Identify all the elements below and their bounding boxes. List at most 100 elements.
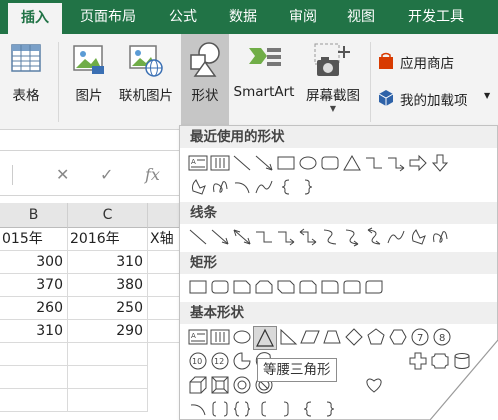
- curve-icon[interactable]: [254, 177, 274, 197]
- freeform-icon[interactable]: [188, 177, 208, 197]
- cancel-icon[interactable]: ✕: [56, 165, 69, 184]
- cube-icon[interactable]: [188, 375, 208, 395]
- left-bracket-icon[interactable]: [254, 399, 274, 419]
- enter-icon[interactable]: ✓: [100, 165, 113, 184]
- curve-icon[interactable]: [386, 227, 406, 247]
- heart-icon[interactable]: [364, 375, 384, 395]
- down-arrow-icon[interactable]: [430, 153, 450, 173]
- trapezoid-icon[interactable]: [322, 327, 342, 347]
- elbow-arrow-connector-icon[interactable]: [276, 227, 296, 247]
- my-addins-button[interactable]: 我的加载项 ▼: [378, 87, 498, 113]
- tab-page-layout[interactable]: 页面布局: [70, 0, 146, 34]
- right-arrow-icon[interactable]: [408, 153, 428, 173]
- tab-developer[interactable]: 开发工具: [396, 0, 476, 34]
- elbow-arrow-connector-icon[interactable]: [386, 153, 406, 173]
- rounded-rectangle-icon[interactable]: [320, 153, 340, 173]
- scribble-icon[interactable]: [430, 227, 450, 247]
- left-brace-icon[interactable]: [298, 399, 318, 419]
- elbow-double-arrow-connector-icon[interactable]: [298, 227, 318, 247]
- cell-c4[interactable]: 250: [68, 297, 148, 320]
- double-brace-icon[interactable]: [232, 399, 252, 419]
- round-single-corner-rectangle-icon[interactable]: [320, 277, 340, 297]
- elbow-connector-icon[interactable]: [364, 153, 384, 173]
- line-icon[interactable]: [232, 153, 252, 173]
- line-icon[interactable]: [188, 227, 208, 247]
- column-header-b[interactable]: B: [0, 203, 68, 228]
- screenshot-dropdown-icon[interactable]: ▼: [299, 104, 367, 113]
- parallelogram-icon[interactable]: [300, 327, 320, 347]
- arc-icon[interactable]: [232, 177, 252, 197]
- arrow-line-icon[interactable]: [254, 153, 274, 173]
- vertical-textbox-icon[interactable]: [210, 327, 230, 347]
- cell-b4[interactable]: 260: [0, 297, 68, 320]
- picture-button[interactable]: 图片: [66, 34, 112, 128]
- tab-formulas[interactable]: 公式: [156, 0, 210, 34]
- oval-icon[interactable]: [232, 327, 252, 347]
- round-same-side-rectangle-icon[interactable]: [342, 277, 362, 297]
- right-brace-icon[interactable]: [298, 177, 318, 197]
- bevel-icon[interactable]: [210, 375, 230, 395]
- oval-icon[interactable]: [298, 153, 318, 173]
- cell-c5[interactable]: 290: [68, 320, 148, 343]
- cell-c1[interactable]: 2016年: [68, 228, 148, 251]
- shapes-button[interactable]: 形状: [181, 34, 229, 128]
- curved-connector-icon[interactable]: [320, 227, 340, 247]
- cell-c2[interactable]: 310: [68, 251, 148, 274]
- cell-b3[interactable]: 370: [0, 274, 68, 297]
- cell-c3[interactable]: 380: [68, 274, 148, 297]
- snip-round-rectangle-icon[interactable]: [298, 277, 318, 297]
- tab-data[interactable]: 数据: [216, 0, 270, 34]
- snip-diagonal-rectangle-icon[interactable]: [276, 277, 296, 297]
- cell-b1[interactable]: 015年: [0, 228, 68, 251]
- cell-b2[interactable]: 300: [0, 251, 68, 274]
- rounded-rectangle-icon[interactable]: [210, 277, 230, 297]
- right-triangle-icon[interactable]: [278, 327, 298, 347]
- pentagon-icon[interactable]: [366, 327, 386, 347]
- donut-icon[interactable]: [232, 375, 252, 395]
- freeform-icon[interactable]: [408, 227, 428, 247]
- plus-icon[interactable]: [408, 351, 428, 371]
- double-arrow-line-icon[interactable]: [232, 227, 252, 247]
- dodecagon-icon[interactable]: 12: [210, 351, 230, 371]
- heptagon-icon[interactable]: 7: [410, 327, 430, 347]
- triangle-icon[interactable]: [342, 153, 362, 173]
- isosceles-triangle-icon[interactable]: [253, 326, 277, 350]
- pie-icon[interactable]: [232, 351, 252, 371]
- cell-b7[interactable]: [0, 366, 68, 389]
- rectangle-icon[interactable]: [188, 277, 208, 297]
- table-button[interactable]: 表格: [0, 34, 52, 128]
- snip-same-side-rectangle-icon[interactable]: [254, 277, 274, 297]
- online-picture-button[interactable]: 联机图片: [114, 34, 178, 128]
- round-diagonal-rectangle-icon[interactable]: [364, 277, 384, 297]
- cell-b8[interactable]: [0, 389, 68, 412]
- elbow-connector-icon[interactable]: [254, 227, 274, 247]
- textbox-icon[interactable]: A: [188, 327, 208, 347]
- diamond-icon[interactable]: [344, 327, 364, 347]
- textbox-icon[interactable]: A: [188, 153, 208, 173]
- snip-single-corner-rectangle-icon[interactable]: [232, 277, 252, 297]
- insert-function-icon[interactable]: fx: [145, 165, 160, 184]
- tab-view[interactable]: 视图: [334, 0, 388, 34]
- tab-insert[interactable]: 插入: [8, 3, 62, 34]
- right-bracket-icon[interactable]: [276, 399, 296, 419]
- double-bracket-icon[interactable]: [210, 399, 230, 419]
- my-addins-dropdown-icon[interactable]: ▼: [484, 91, 490, 100]
- cell-c7[interactable]: [68, 366, 148, 389]
- left-brace-icon[interactable]: [276, 177, 296, 197]
- right-brace-icon[interactable]: [320, 399, 340, 419]
- column-header-c[interactable]: C: [68, 203, 148, 228]
- arrow-line-icon[interactable]: [210, 227, 230, 247]
- tab-review[interactable]: 审阅: [276, 0, 330, 34]
- curved-arrow-connector-icon[interactable]: [342, 227, 362, 247]
- hexagon-icon[interactable]: [388, 327, 408, 347]
- arc-icon[interactable]: [188, 399, 208, 419]
- vertical-textbox-icon[interactable]: [210, 153, 230, 173]
- cell-c8[interactable]: [68, 389, 148, 412]
- screenshot-button[interactable]: 屏幕截图 ▼: [299, 34, 367, 128]
- rectangle-icon[interactable]: [276, 153, 296, 173]
- scribble-icon[interactable]: [210, 177, 230, 197]
- cell-c6[interactable]: [68, 343, 148, 366]
- cell-b5[interactable]: 310: [0, 320, 68, 343]
- curved-double-arrow-connector-icon[interactable]: [364, 227, 384, 247]
- decagon-icon[interactable]: 10: [188, 351, 208, 371]
